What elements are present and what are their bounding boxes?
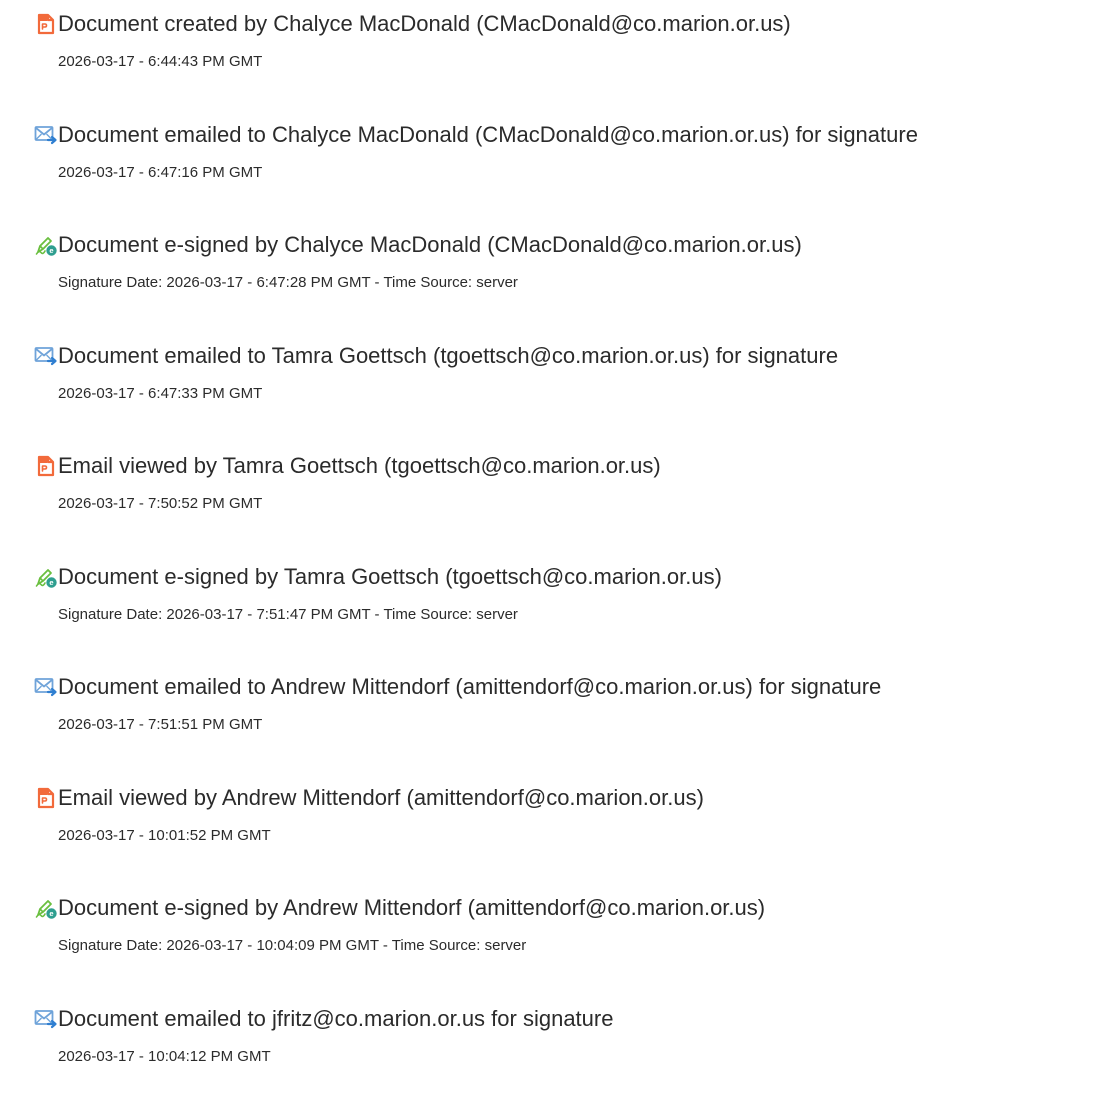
event-timestamp: Signature Date: 2026-03-17 - 7:51:47 PM … — [58, 605, 518, 623]
event-title: Document created by Chalyce MacDonald (C… — [58, 11, 791, 36]
audit-log: Document created by Chalyce MacDonald (C… — [0, 0, 1100, 1105]
audit-event: Document emailed to Andrew Mittendorf (a… — [0, 673, 1100, 753]
event-timestamp: 2026-03-17 - 6:47:16 PM GMT — [58, 163, 263, 181]
event-title: Email viewed by Andrew Mittendorf (amitt… — [58, 784, 704, 810]
document-emailed-icon — [34, 1007, 58, 1031]
audit-event: Email viewed by Andrew Mittendorf (amitt… — [0, 784, 1100, 864]
event-title: Document e-signed by Andrew Mittendorf (… — [58, 895, 766, 920]
document-esigned-icon: e — [34, 565, 58, 589]
event-timestamp: Signature Date: 2026-03-17 - 6:47:28 PM … — [58, 274, 518, 291]
event-timestamp: 2026-03-17 - 10:04:12 PM GMT — [58, 1047, 271, 1065]
document-created-icon — [34, 12, 58, 36]
event-timestamp: 2026-03-17 - 7:50:52 PM GMT — [58, 495, 263, 512]
audit-event: Document emailed to jfritz@co.marion.or.… — [0, 1005, 1100, 1085]
audit-event: e Document e-signed by Chalyce MacDonald… — [0, 231, 1100, 311]
document-esigned-icon: e — [34, 896, 58, 920]
event-timestamp: 2026-03-17 - 10:01:52 PM GMT — [58, 826, 271, 844]
event-timestamp: 2026-03-17 - 6:47:33 PM GMT — [58, 384, 263, 402]
event-title: Document emailed to Andrew Mittendorf (a… — [58, 674, 882, 699]
document-emailed-icon — [34, 123, 58, 147]
document-esigned-icon-graphic: e — [35, 237, 57, 256]
event-title: Email viewed by Tamra Goettsch (tgoettsc… — [58, 453, 661, 478]
event-timestamp: 2026-03-17 - 7:51:51 PM GMT — [58, 716, 263, 733]
email-viewed-icon — [34, 786, 58, 810]
document-esigned-icon-graphic: e — [35, 568, 57, 588]
event-title: Document emailed to Chalyce MacDonald (C… — [58, 121, 918, 147]
document-esigned-icon: e — [34, 233, 58, 257]
event-title: Document emailed to Tamra Goettsch (tgoe… — [58, 342, 839, 368]
event-timestamp: 2026-03-17 - 6:44:43 PM GMT — [58, 53, 263, 70]
svg-text:e: e — [49, 246, 53, 255]
document-created-icon-graphic — [37, 787, 55, 808]
document-created-icon-graphic — [37, 455, 55, 477]
audit-event: Document created by Chalyce MacDonald (C… — [0, 10, 1100, 90]
event-timestamp: Signature Date: 2026-03-17 - 10:04:09 PM… — [58, 937, 527, 954]
event-title: Document e-signed by Chalyce MacDonald (… — [58, 232, 802, 257]
audit-event: Email viewed by Tamra Goettsch (tgoettsc… — [0, 452, 1100, 532]
document-emailed-icon-graphic — [34, 1009, 57, 1028]
document-emailed-icon — [34, 344, 58, 368]
audit-event: Document emailed to Chalyce MacDonald (C… — [0, 121, 1100, 201]
audit-event: e Document e-signed by Tamra Goettsch (t… — [0, 563, 1100, 643]
document-esigned-icon-graphic: e — [35, 900, 57, 919]
document-emailed-icon-graphic — [34, 346, 57, 365]
audit-event: Document emailed to Tamra Goettsch (tgoe… — [0, 342, 1100, 422]
document-emailed-icon-graphic — [34, 125, 57, 144]
event-title: Document e-signed by Tamra Goettsch (tgo… — [58, 563, 722, 589]
svg-text:e: e — [49, 578, 53, 587]
email-viewed-icon — [34, 454, 58, 478]
audit-event: e Document e-signed by Andrew Mittendorf… — [0, 894, 1100, 974]
document-created-icon-graphic — [37, 13, 55, 35]
document-emailed-icon-graphic — [34, 678, 57, 697]
event-title: Document emailed to jfritz@co.marion.or.… — [58, 1005, 614, 1031]
svg-text:e: e — [49, 909, 53, 918]
document-emailed-icon — [34, 675, 58, 699]
